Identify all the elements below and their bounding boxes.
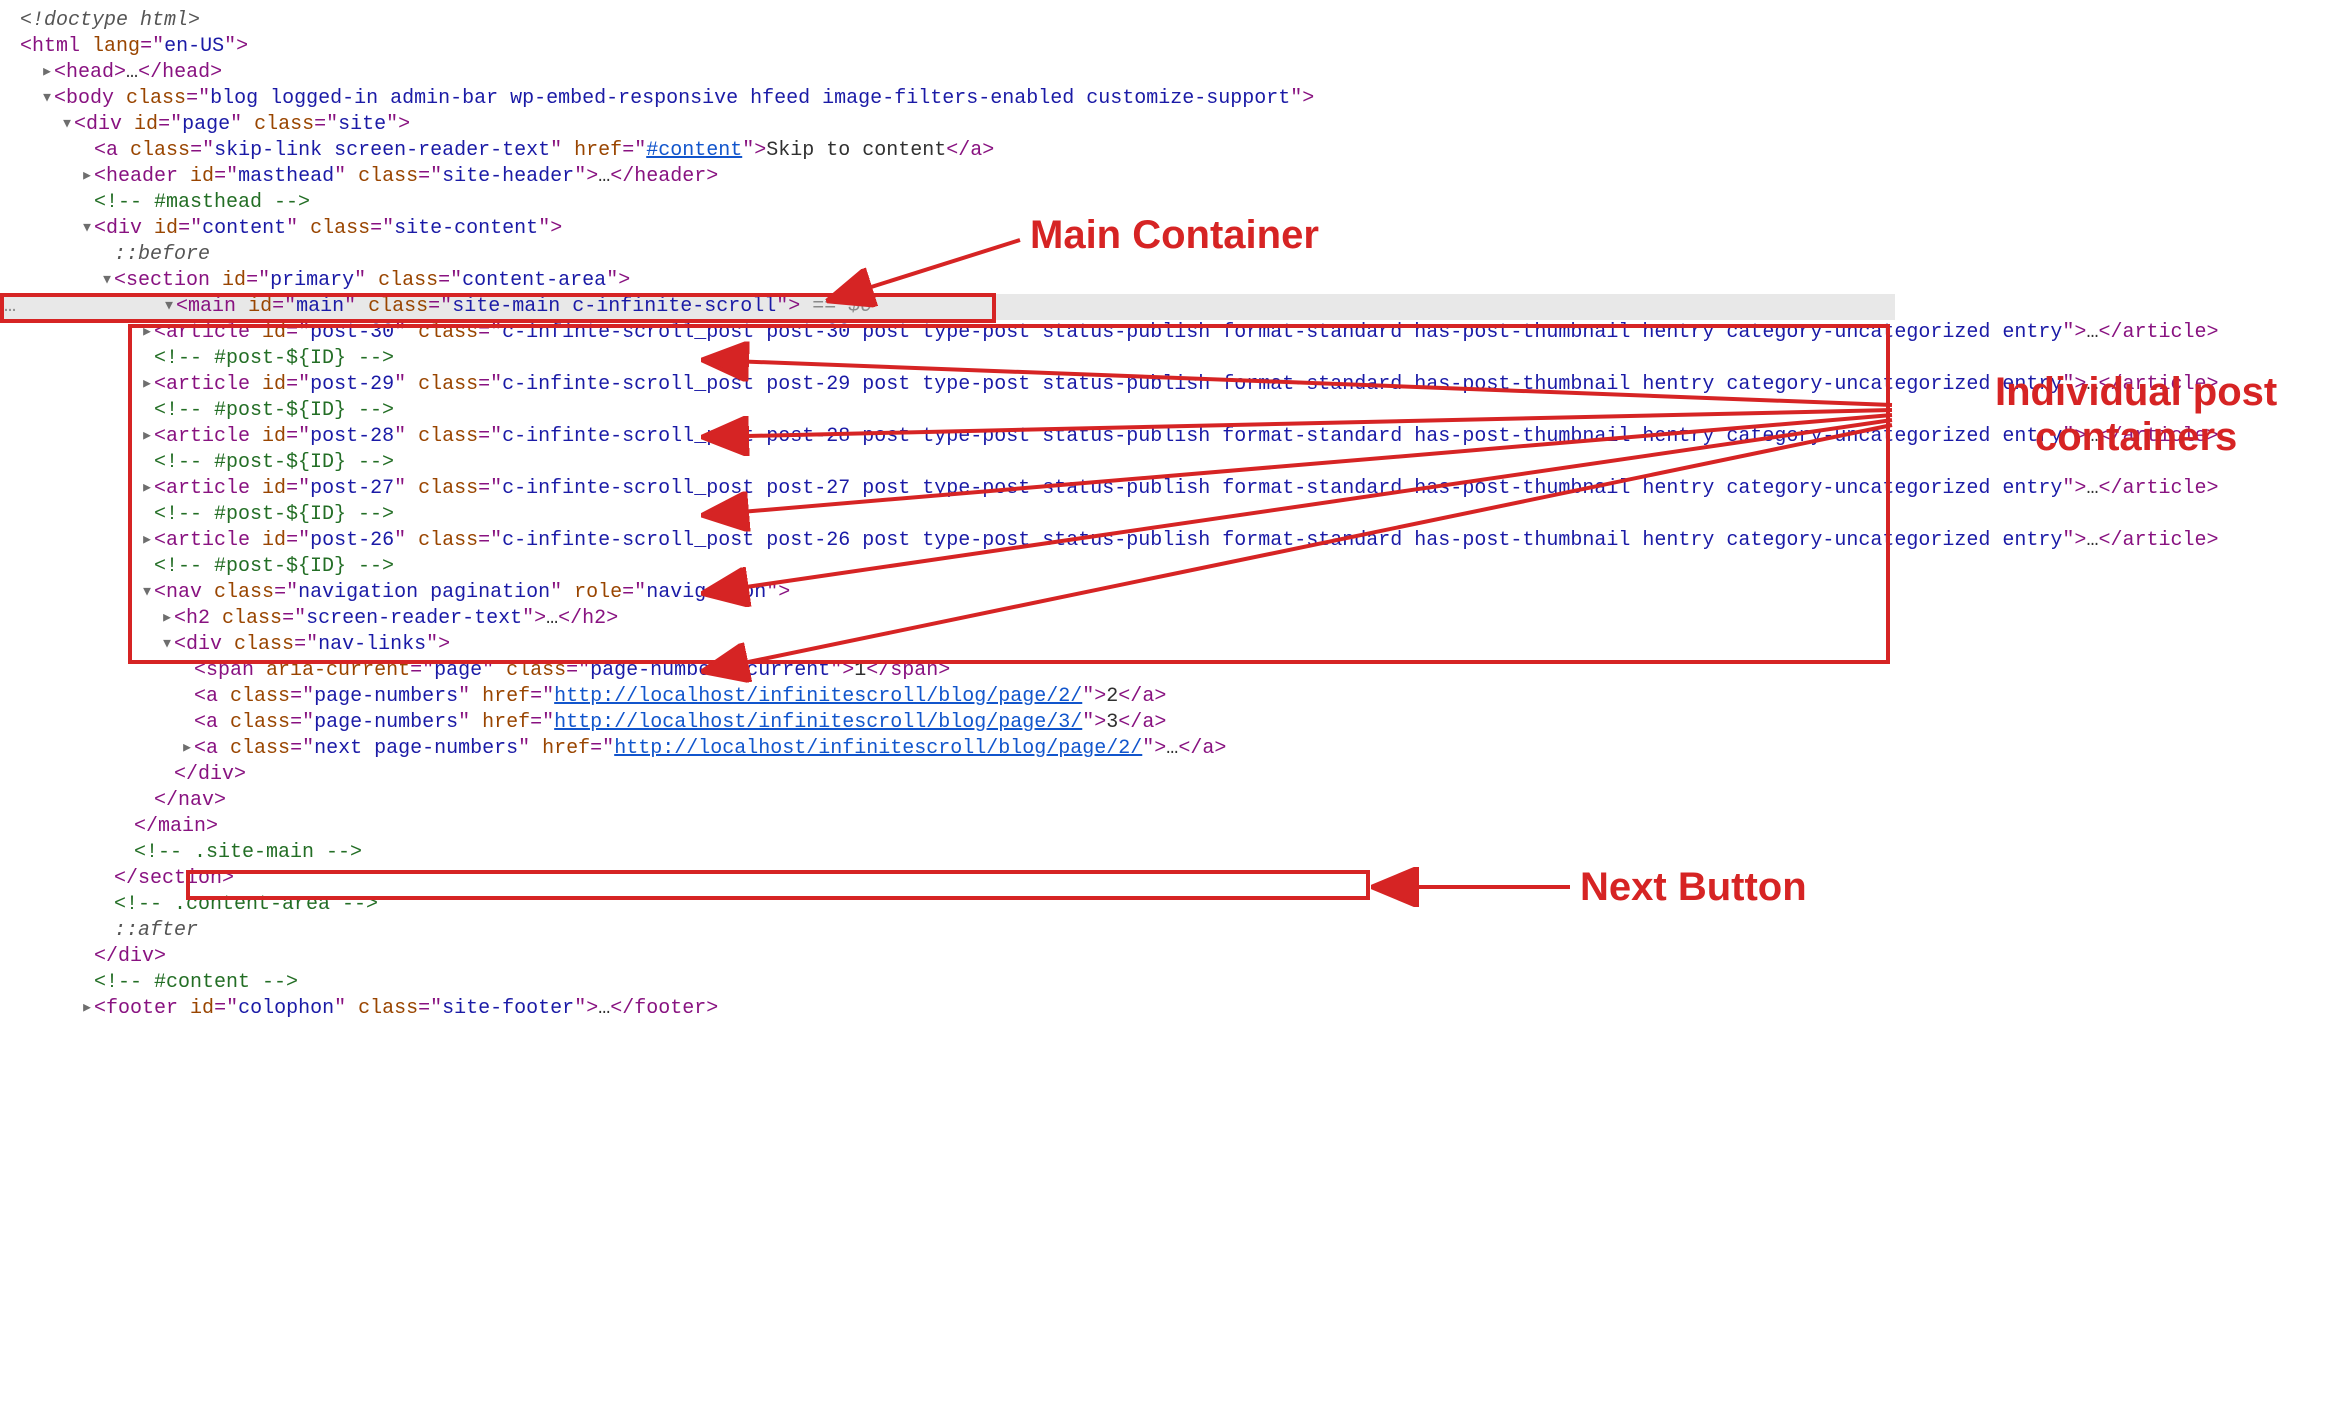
- footer-collapsed[interactable]: ▸<footer id="colophon" class="site-foote…: [80, 996, 1895, 1022]
- expand-icon[interactable]: ▸: [140, 528, 154, 554]
- collapse-icon[interactable]: ▾: [160, 632, 174, 658]
- html-open[interactable]: <html lang="en-US">: [20, 34, 1895, 60]
- expand-icon[interactable]: ▸: [140, 372, 154, 398]
- comment-post-id: <!-- #post-${ID} -->: [140, 398, 1895, 424]
- article-post-26[interactable]: ▸<article id="post-26" class="c-infinte-…: [140, 528, 1895, 554]
- article-post-28[interactable]: ▸<article id="post-28" class="c-infinte-…: [140, 424, 1895, 450]
- expand-icon[interactable]: ▸: [140, 424, 154, 450]
- collapse-icon[interactable]: ▾: [40, 86, 54, 112]
- pseudo-before: ::before: [100, 242, 1895, 268]
- section-open[interactable]: ▾<section id="primary" class="content-ar…: [100, 268, 1895, 294]
- collapse-icon[interactable]: ▾: [162, 294, 176, 320]
- collapse-icon[interactable]: ▾: [140, 580, 154, 606]
- nav-links-open[interactable]: ▾<div class="nav-links">: [160, 632, 1895, 658]
- page-number-current[interactable]: <span aria-current="page" class="page-nu…: [180, 658, 1895, 684]
- expand-icon[interactable]: ▸: [180, 736, 194, 762]
- doctype-line: <!doctype html>: [20, 8, 1895, 34]
- content-div-open[interactable]: ▾<div id="content" class="site-content">: [80, 216, 1895, 242]
- devtools-dom-tree[interactable]: <!doctype html> <html lang="en-US"> ▸<he…: [0, 0, 1895, 1034]
- next-page-link[interactable]: ▸<a class="next page-numbers" href="http…: [180, 736, 1895, 762]
- annotation-individual-posts: Individual post containers: [1995, 370, 2277, 460]
- comment-post-id: <!-- #post-${ID} -->: [140, 450, 1895, 476]
- doctype-text: <!doctype html>: [20, 9, 200, 32]
- article-post-29[interactable]: ▸<article id="post-29" class="c-infinte-…: [140, 372, 1895, 398]
- expand-icon[interactable]: ▸: [160, 606, 174, 632]
- collapse-icon[interactable]: ▾: [100, 268, 114, 294]
- article-post-30[interactable]: ▸<article id="post-30" class="c-infinte-…: [140, 320, 1895, 346]
- main-open-selected[interactable]: … ▾<main id="main" class="site-main c-in…: [0, 294, 1895, 320]
- skip-link[interactable]: <a class="skip-link screen-reader-text" …: [80, 138, 1895, 164]
- comment-contentarea: <!-- .content-area -->: [100, 892, 1895, 918]
- comment-content: <!-- #content -->: [80, 970, 1895, 996]
- content-div-close[interactable]: </div>: [80, 944, 1895, 970]
- page-div-open[interactable]: ▾<div id="page" class="site">: [60, 112, 1895, 138]
- expand-icon[interactable]: ▸: [140, 320, 154, 346]
- expand-icon[interactable]: ▸: [80, 164, 94, 190]
- pseudo-after: ::after: [100, 918, 1895, 944]
- h2-collapsed[interactable]: ▸<h2 class="screen-reader-text">…</h2>: [160, 606, 1895, 632]
- section-close[interactable]: </section>: [100, 866, 1895, 892]
- expand-icon[interactable]: ▸: [140, 476, 154, 502]
- breadcrumb-dots: …: [0, 294, 18, 320]
- nav-close[interactable]: </nav>: [140, 788, 1895, 814]
- collapse-icon[interactable]: ▾: [80, 216, 94, 242]
- header-collapsed[interactable]: ▸<header id="masthead" class="site-heade…: [80, 164, 1895, 190]
- nav-open[interactable]: ▾<nav class="navigation pagination" role…: [140, 580, 1895, 606]
- comment-post-id: <!-- #post-${ID} -->: [140, 502, 1895, 528]
- comment-post-id: <!-- #post-${ID} -->: [140, 554, 1895, 580]
- comment-masthead: <!-- #masthead -->: [80, 190, 1895, 216]
- page-number-2[interactable]: <a class="page-numbers" href="http://loc…: [180, 684, 1895, 710]
- collapse-icon[interactable]: ▾: [60, 112, 74, 138]
- body-open[interactable]: ▾<body class="blog logged-in admin-bar w…: [40, 86, 1895, 112]
- comment-sitemain: <!-- .site-main -->: [120, 840, 1895, 866]
- main-close[interactable]: </main>: [120, 814, 1895, 840]
- expand-icon[interactable]: ▸: [80, 996, 94, 1022]
- page-number-3[interactable]: <a class="page-numbers" href="http://loc…: [180, 710, 1895, 736]
- comment-post-id: <!-- #post-${ID} -->: [140, 346, 1895, 372]
- expand-icon[interactable]: ▸: [40, 60, 54, 86]
- head-collapsed[interactable]: ▸<head>…</head>: [40, 60, 1895, 86]
- nav-links-close[interactable]: </div>: [160, 762, 1895, 788]
- article-post-27[interactable]: ▸<article id="post-27" class="c-infinte-…: [140, 476, 1895, 502]
